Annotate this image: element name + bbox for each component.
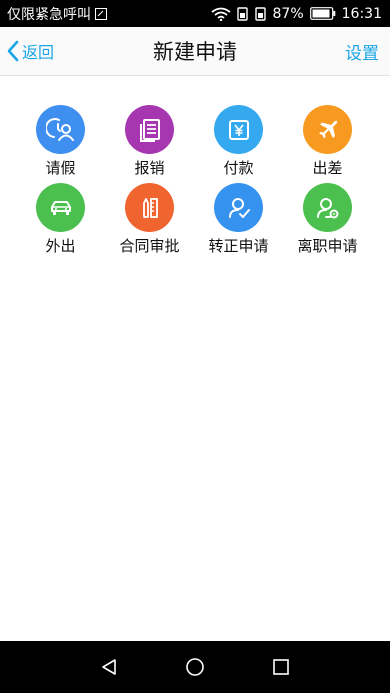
app-label: 转正申请 — [208, 237, 269, 255]
app-item-contract[interactable]: 合同审批 — [105, 183, 194, 256]
app-label: 报销 — [134, 159, 165, 177]
battery-percent: 87% — [272, 5, 304, 22]
system-home-button[interactable] — [152, 641, 238, 693]
carrier-text: 仅限紧急呼叫 — [7, 6, 91, 23]
contract-icon — [125, 183, 174, 232]
app-item-resignation[interactable]: 离职申请 — [283, 183, 372, 256]
page-title: 新建申请 — [153, 40, 237, 64]
circle-home-icon — [186, 658, 204, 676]
app-label: 外出 — [45, 237, 76, 255]
status-bar: 仅限紧急呼叫 87% 16:31 — [0, 0, 390, 27]
app-label: 出差 — [312, 159, 343, 177]
navigation-bar: 返回 新建申请 设置 — [0, 27, 390, 76]
sim-card-2-icon — [254, 6, 267, 21]
clock: 16:31 — [341, 5, 382, 22]
app-label: 合同审批 — [119, 237, 180, 255]
wifi-icon — [210, 7, 231, 21]
app-label: 离职申请 — [297, 237, 358, 255]
app-item-leave[interactable]: 请假 — [16, 105, 105, 178]
app-item-payment[interactable]: 付款 — [194, 105, 283, 178]
payment-icon — [214, 105, 263, 154]
business-trip-icon — [303, 105, 352, 154]
leave-icon — [36, 105, 85, 154]
sim-card-icon — [236, 6, 249, 21]
reimburse-icon — [125, 105, 174, 154]
status-right: 87% 16:31 — [210, 5, 382, 22]
app-item-business-trip[interactable]: 出差 — [283, 105, 372, 178]
regularization-icon — [214, 183, 263, 232]
system-recents-button[interactable] — [238, 641, 324, 693]
resignation-icon — [303, 183, 352, 232]
app-label: 付款 — [223, 159, 254, 177]
status-left: 仅限紧急呼叫 — [7, 4, 107, 24]
square-recents-icon — [273, 659, 289, 675]
outing-icon — [36, 183, 85, 232]
battery-icon — [309, 7, 336, 20]
system-navigation-bar — [0, 641, 390, 693]
app-item-reimburse[interactable]: 报销 — [105, 105, 194, 178]
triangle-back-icon — [102, 659, 116, 675]
application-type-grid: 请假 报销 付款 出差 外出 合同审批 转正申请 离职申请 — [16, 105, 373, 256]
app-label: 请假 — [45, 159, 76, 177]
system-back-button[interactable] — [66, 641, 152, 693]
no-sim-icon — [95, 7, 107, 20]
settings-button[interactable]: 设置 — [345, 27, 379, 75]
app-item-regularization[interactable]: 转正申请 — [194, 183, 283, 256]
app-item-outing[interactable]: 外出 — [16, 183, 105, 256]
